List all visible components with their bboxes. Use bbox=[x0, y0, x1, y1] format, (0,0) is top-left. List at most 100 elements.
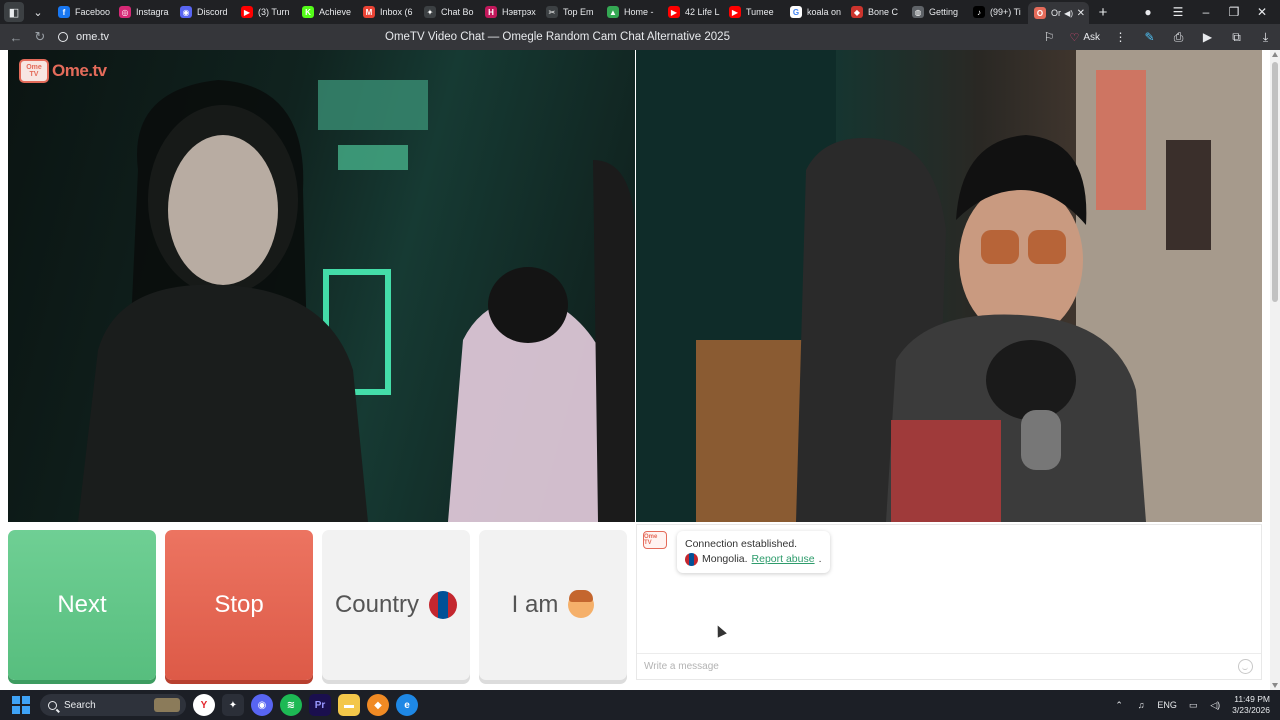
youtube-icon: ▶ bbox=[729, 6, 741, 18]
report-abuse-link[interactable]: Report abuse bbox=[752, 552, 815, 567]
kick-icon: K bbox=[302, 6, 314, 18]
file-explorer-icon[interactable]: ▬ bbox=[338, 694, 360, 716]
browser-tab[interactable]: ▲ Home - bbox=[601, 2, 662, 22]
tab-title: Home - bbox=[624, 7, 654, 17]
tab-title: Tumee bbox=[746, 7, 774, 17]
browser-tab[interactable]: H Нэвтрэх bbox=[479, 2, 540, 22]
browser-tab[interactable]: O Or ◀) ✕ bbox=[1028, 2, 1089, 24]
volume-icon[interactable]: ◁) bbox=[1204, 700, 1226, 711]
scrollbar-thumb[interactable] bbox=[1272, 62, 1278, 302]
close-window-button[interactable]: ✕ bbox=[1248, 0, 1276, 24]
next-button[interactable]: Next bbox=[8, 530, 156, 680]
translate-icon[interactable]: ✎ bbox=[1135, 24, 1164, 50]
more-options-icon[interactable]: ⋮ bbox=[1106, 24, 1135, 50]
system-tray: ⌃ ♫ ENG ▭ ◁) 11:49 PM 3/23/2026 bbox=[1108, 690, 1280, 720]
connection-status: Connection established. bbox=[685, 538, 798, 550]
ometv-icon: O bbox=[1034, 7, 1046, 19]
country-filter-button[interactable]: Country bbox=[322, 530, 470, 680]
stranger-video-scene bbox=[78, 80, 635, 522]
tab-title: Faceboo bbox=[75, 7, 111, 17]
self-video-scene bbox=[636, 50, 1262, 522]
scroll-up-arrow-icon[interactable] bbox=[1272, 52, 1278, 57]
tab-title: Inbox (6 bbox=[380, 7, 413, 17]
message-input[interactable] bbox=[644, 661, 1224, 672]
discord-app-icon[interactable]: ◉ bbox=[251, 694, 273, 716]
address-bar: ← ↻ ome.tv OmeTV Video Chat — Omegle Ran… bbox=[0, 24, 1280, 50]
microphone-icon[interactable]: ♫ bbox=[1130, 700, 1152, 710]
premiere-pro-icon[interactable]: Pr bbox=[309, 694, 331, 716]
network-icon[interactable]: ▭ bbox=[1182, 700, 1204, 711]
browser-tab[interactable]: ◆ Bone C bbox=[845, 2, 906, 22]
search-highlight-image bbox=[154, 698, 180, 712]
browser-tab[interactable]: f Faceboo bbox=[52, 2, 113, 22]
browser-menu-icon[interactable]: ☰ bbox=[1164, 0, 1192, 24]
browser-tab[interactable]: ▶ 42 Life L bbox=[662, 2, 723, 22]
ometv-logo[interactable]: Ome TV Ome.tv bbox=[19, 59, 107, 83]
stop-button[interactable]: Stop bbox=[165, 530, 313, 680]
clock[interactable]: 11:49 PM 3/23/2026 bbox=[1226, 694, 1280, 716]
tab-title: Bone C bbox=[868, 7, 899, 17]
mongolia-flag-icon bbox=[429, 591, 457, 619]
stranger-video: Ome TV Ome.tv bbox=[8, 50, 635, 522]
browser-tab[interactable]: ✦ Chat Bo bbox=[418, 2, 479, 22]
taskbar-search[interactable]: Search bbox=[40, 694, 186, 716]
google-icon: G bbox=[790, 6, 802, 18]
browser-tab[interactable]: Gkoala on bbox=[784, 2, 845, 22]
ask-button[interactable]: ♡ Ask bbox=[1063, 28, 1106, 46]
browser-tab[interactable]: ◎ Instagra bbox=[113, 2, 174, 22]
emoji-smile-icon[interactable] bbox=[1238, 659, 1253, 674]
close-tab-icon[interactable]: ✕ bbox=[1077, 8, 1085, 19]
browser-tab[interactable]: ◍ Getting bbox=[906, 2, 967, 22]
tiktok-icon: ♪ bbox=[973, 6, 985, 18]
gender-select-button[interactable]: I am bbox=[479, 530, 627, 680]
app-icon: H bbox=[485, 6, 497, 18]
windows-start-icon[interactable] bbox=[12, 696, 30, 714]
new-tab-button[interactable]: + bbox=[1093, 2, 1113, 22]
chatgpt-app-icon[interactable]: ✦ bbox=[222, 694, 244, 716]
ometv-message-icon: Ome TV bbox=[643, 531, 667, 549]
browser-tab[interactable]: ◉ Discord bbox=[174, 2, 235, 22]
page-scrollbar[interactable] bbox=[1270, 50, 1280, 690]
sidebar-icon[interactable]: ⧉ bbox=[1222, 24, 1251, 50]
ask-heart-icon: ♡ bbox=[1069, 31, 1080, 44]
browser-tab[interactable]: ▶ (3) Turn bbox=[235, 2, 296, 22]
logo-wordmark: Ome.tv bbox=[52, 61, 107, 80]
tab-title: Нэвтрэх bbox=[502, 7, 536, 17]
scroll-down-arrow-icon[interactable] bbox=[1272, 683, 1278, 688]
tab-list-chevron-icon[interactable]: ⌄ bbox=[28, 2, 48, 22]
ometv-page: Ome TV Ome.tv Next Stop Country I am Ome… bbox=[0, 50, 1270, 690]
windows-taskbar: Search Y ✦ ◉ ≋ Pr ▬ ◆ e ⌃ ♫ ENG ▭ ◁) 11:… bbox=[0, 690, 1280, 720]
tab-title: koala on bbox=[807, 7, 842, 17]
discord-icon: ◉ bbox=[180, 6, 192, 18]
clock-time: 11:49 PM bbox=[1234, 694, 1270, 704]
browser-tab[interactable]: K Achieve bbox=[296, 2, 357, 22]
browser-tab[interactable]: ✂ Top Em bbox=[540, 2, 601, 22]
restore-button[interactable]: ❐ bbox=[1220, 0, 1248, 24]
screenshot-icon[interactable]: ⎙ bbox=[1164, 24, 1193, 50]
system-message-bubble: Connection established. Mongolia. Report… bbox=[677, 531, 830, 573]
tab-title: Instagra bbox=[136, 7, 169, 17]
tray-overflow-icon[interactable]: ⌃ bbox=[1108, 700, 1130, 711]
media-icon[interactable]: ▶ bbox=[1193, 24, 1222, 50]
browser-tab[interactable]: ▶ Tumee bbox=[723, 2, 784, 22]
drive-icon: ▲ bbox=[607, 6, 619, 18]
tab-title: (3) Turn bbox=[258, 7, 290, 17]
browser-tab[interactable]: ♪ (99+) Ti bbox=[967, 2, 1028, 22]
download-icon[interactable]: ⤓ bbox=[1251, 24, 1280, 50]
ruby-icon: ◆ bbox=[851, 6, 863, 18]
bookmark-icon[interactable]: ⚐ bbox=[1034, 24, 1063, 50]
browser-tab[interactable]: M Inbox (6 bbox=[357, 2, 418, 22]
app-shield-icon[interactable]: ◆ bbox=[367, 694, 389, 716]
minimize-button[interactable]: – bbox=[1192, 0, 1220, 24]
tab-audio-icon[interactable]: ◀) bbox=[1064, 9, 1073, 18]
profile-avatar-icon[interactable]: ● bbox=[1134, 0, 1162, 24]
stranger-country: Mongolia. bbox=[702, 553, 748, 565]
tab-actions-icon[interactable]: ◧ bbox=[4, 2, 24, 22]
yandex-browser-icon[interactable]: Y bbox=[193, 694, 215, 716]
spotify-app-icon[interactable]: ≋ bbox=[280, 694, 302, 716]
language-indicator[interactable]: ENG bbox=[1152, 700, 1182, 710]
edge-browser-icon[interactable]: e bbox=[396, 694, 418, 716]
action-buttons: Next Stop Country I am bbox=[8, 530, 627, 680]
globe-icon: ◍ bbox=[912, 6, 924, 18]
tab-list: f Faceboo ◎ Instagra ◉ Discord ▶ (3) Turn K Achie… bbox=[52, 0, 1089, 24]
